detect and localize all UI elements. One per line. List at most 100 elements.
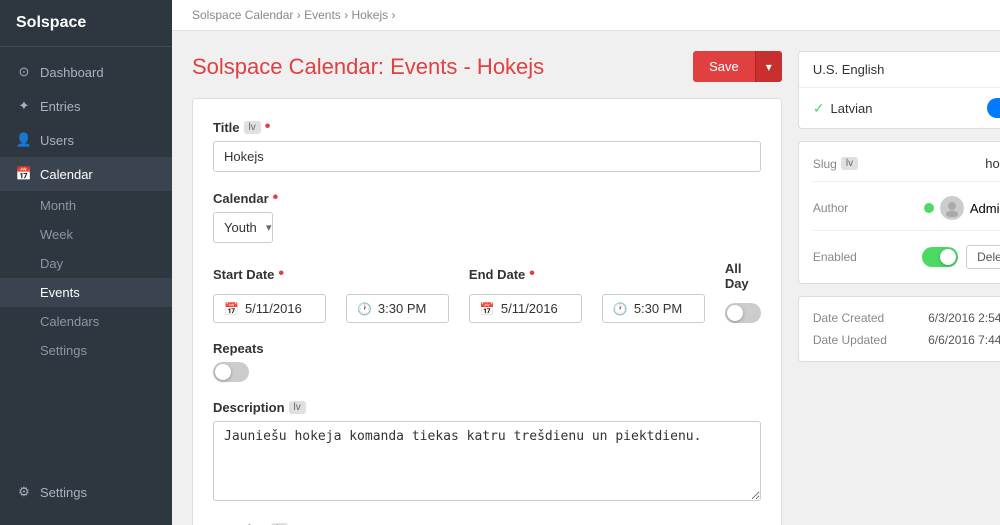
all-day-group: All Day: [725, 261, 761, 323]
lang-english: U.S. English: [799, 52, 1000, 88]
start-date-group: Start Date • 📅: [213, 266, 326, 323]
start-date-input[interactable]: [245, 301, 315, 316]
lang-latvian[interactable]: ✓ Latvian: [799, 88, 1000, 128]
gear-icon: ⚙: [16, 484, 32, 500]
end-date-input[interactable]: [501, 301, 571, 316]
clock-icon-end: 🕐: [613, 302, 628, 316]
save-button[interactable]: Save: [693, 51, 755, 82]
repeats-label: Repeats: [213, 341, 761, 356]
sidebar-item-users[interactable]: 👤 Users: [0, 123, 172, 157]
date-updated-row: Date Updated 6/6/2016 7:44 PM: [813, 333, 1000, 347]
end-date-required: •: [529, 266, 535, 282]
dashboard-icon: ⊙: [16, 64, 32, 80]
enabled-toggle[interactable]: [922, 247, 958, 267]
calendar-required: •: [273, 190, 279, 206]
sidebar-sub-month[interactable]: Month: [0, 191, 172, 220]
form-card: Title lv • Calendar • Youth: [192, 98, 782, 525]
latvian-toggle[interactable]: [987, 98, 1000, 118]
slug-row: Slug lv hokejs: [813, 156, 1000, 182]
end-date-input-wrapper[interactable]: 📅: [469, 294, 582, 323]
start-date-input-wrapper[interactable]: 📅: [213, 294, 326, 323]
end-time-group: 🕐: [602, 268, 705, 323]
sidebar: Solspace ⊙ Dashboard ✦ Entries 👤 Users 📅…: [0, 0, 172, 525]
end-date-label: End Date •: [469, 266, 582, 282]
calendar-select[interactable]: Youth Senior Junior: [214, 213, 286, 242]
sidebar-sub-events[interactable]: Events: [0, 278, 172, 307]
left-panel: Solspace Calendar: Events - Hokejs Save …: [192, 51, 782, 505]
breadcrumb-solspace[interactable]: Solspace Calendar: [192, 8, 293, 22]
repeats-toggle[interactable]: [213, 362, 249, 382]
end-time-input-wrapper[interactable]: 🕐: [602, 294, 705, 323]
sidebar-item-label: Calendar: [40, 167, 93, 182]
date-updated-value: 6/6/2016 7:44 PM: [928, 333, 1000, 347]
app-logo: Solspace: [0, 0, 172, 47]
date-row: Start Date • 📅 🕐: [213, 261, 761, 323]
calendar-select-wrapper: Youth Senior Junior ▾: [213, 212, 273, 243]
sidebar-sub-settings-cal[interactable]: Settings: [0, 336, 172, 365]
title-input[interactable]: [213, 141, 761, 172]
start-time-input-wrapper[interactable]: 🕐: [346, 294, 449, 323]
date-created-row: Date Created 6/3/2016 2:54 PM: [813, 311, 1000, 325]
enabled-controls: Delete: [922, 245, 1000, 269]
lang-latvian-name: ✓ Latvian: [813, 100, 873, 117]
sidebar-sub-week[interactable]: Week: [0, 220, 172, 249]
sidebar-sub-day[interactable]: Day: [0, 249, 172, 278]
title-label: Title lv •: [213, 119, 761, 135]
end-date-group: End Date • 📅: [469, 266, 582, 323]
title-badge: lv: [244, 121, 261, 134]
page-title: Solspace Calendar: Events - Hokejs: [192, 54, 544, 80]
author-row: Author Admin ✎: [813, 196, 1000, 231]
date-created-value: 6/3/2016 2:54 PM: [928, 311, 1000, 325]
breadcrumb: Solspace Calendar › Events › Hokejs ›: [172, 0, 1000, 31]
meta-card: Slug lv hokejs Author Admin ✎: [798, 141, 1000, 284]
main-content: Solspace Calendar › Events › Hokejs › So…: [172, 0, 1000, 525]
description-badge: lv: [289, 401, 306, 414]
slug-value: hokejs: [985, 156, 1000, 171]
start-date-label: Start Date •: [213, 266, 326, 282]
calendar-label: Calendar •: [213, 190, 761, 206]
users-icon: 👤: [16, 132, 32, 148]
date-created-label: Date Created: [813, 311, 884, 325]
end-time-input[interactable]: [634, 301, 694, 316]
save-dropdown-button[interactable]: ▾: [755, 51, 782, 82]
avatar: [940, 196, 964, 220]
all-day-label: All Day: [725, 261, 761, 291]
description-textarea[interactable]: Jauniešu hokeja komanda tiekas katru tre…: [213, 421, 761, 501]
sidebar-settings: ⚙ Settings: [0, 467, 172, 525]
description-label: Description lv: [213, 400, 761, 415]
repeats-group: Repeats: [213, 341, 761, 382]
sidebar-item-settings[interactable]: ⚙ Settings: [16, 475, 156, 509]
sidebar-item-entries[interactable]: ✦ Entries: [0, 89, 172, 123]
calendar-field-group: Calendar • Youth Senior Junior ▾: [213, 190, 761, 243]
calendar-icon-end: 📅: [480, 302, 495, 316]
clock-icon-start: 🕐: [357, 302, 372, 316]
language-card: U.S. English ✓ Latvian: [798, 51, 1000, 129]
title-field-group: Title lv •: [213, 119, 761, 172]
author-value: Admin ✎: [924, 196, 1000, 220]
content-area: Solspace Calendar: Events - Hokejs Save …: [172, 31, 1000, 525]
sidebar-item-dashboard[interactable]: ⊙ Dashboard: [0, 55, 172, 89]
entries-icon: ✦: [16, 98, 32, 114]
dates-card: Date Created 6/3/2016 2:54 PM Date Updat…: [798, 296, 1000, 362]
sidebar-item-label: Entries: [40, 99, 80, 114]
delete-button[interactable]: Delete: [966, 245, 1000, 269]
save-button-group: Save ▾: [693, 51, 782, 82]
sidebar-nav: ⊙ Dashboard ✦ Entries 👤 Users 📅 Calendar…: [0, 47, 172, 467]
start-time-input[interactable]: [378, 301, 438, 316]
author-label: Author: [813, 201, 848, 215]
breadcrumb-events[interactable]: Events: [304, 8, 341, 22]
latvian-check-icon: ✓: [813, 100, 825, 117]
sidebar-item-label: Settings: [40, 485, 87, 500]
all-day-toggle[interactable]: [725, 303, 761, 323]
calendar-icon: 📅: [16, 166, 32, 182]
breadcrumb-current: Hokejs: [351, 8, 388, 22]
start-time-group: 🕐: [346, 268, 449, 323]
slug-badge: lv: [841, 157, 858, 170]
sidebar-sub-calendars[interactable]: Calendars: [0, 307, 172, 336]
author-name: Admin: [970, 201, 1000, 216]
page-header: Solspace Calendar: Events - Hokejs Save …: [192, 51, 782, 82]
sidebar-item-label: Users: [40, 133, 74, 148]
enabled-row: Enabled Delete: [813, 245, 1000, 269]
sidebar-item-calendar[interactable]: 📅 Calendar: [0, 157, 172, 191]
enabled-label: Enabled: [813, 250, 857, 264]
